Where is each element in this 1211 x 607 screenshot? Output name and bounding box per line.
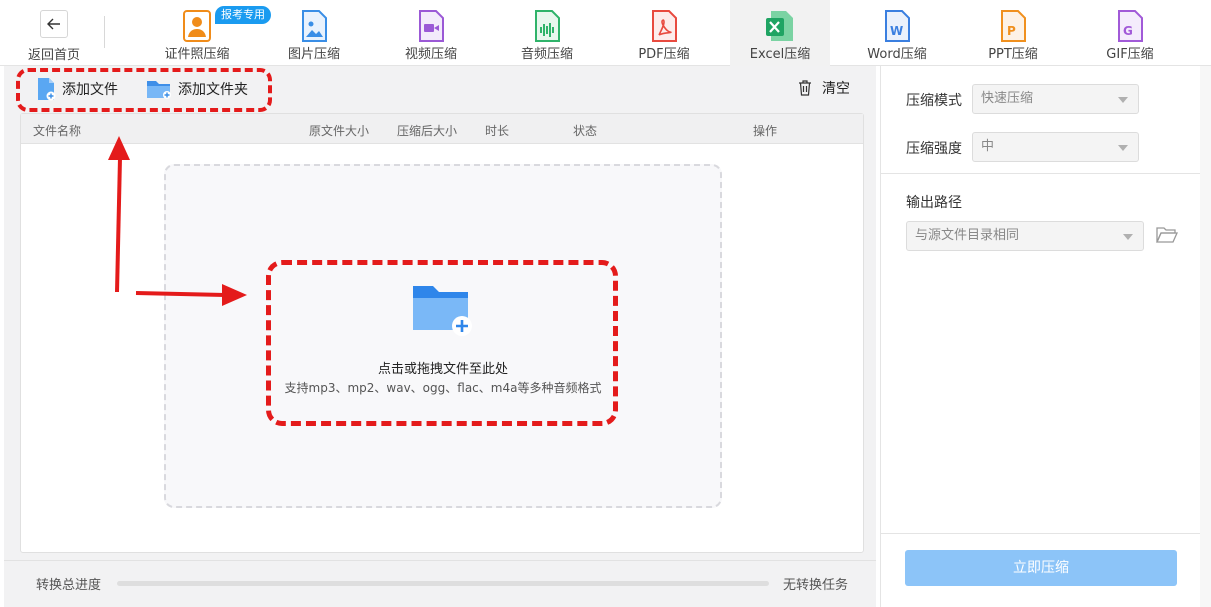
window-edge (1200, 66, 1211, 607)
tool-pdf[interactable]: PDF压缩 (614, 0, 714, 66)
excel-icon (766, 11, 793, 41)
column-header-duration: 时长 (485, 124, 510, 138)
audio-icon (535, 10, 560, 42)
column-header-status: 状态 (573, 124, 598, 138)
toolbar-divider (104, 16, 105, 48)
ppt-icon: P (1001, 10, 1026, 42)
strength-label: 压缩强度 (906, 141, 962, 157)
progress-bar-row: 转换总进度 无转换任务 (4, 560, 876, 607)
progress-label: 转换总进度 (36, 578, 102, 593)
output-path-value: 与源文件目录相同 (915, 228, 1020, 243)
folder-add-icon (413, 286, 472, 336)
column-header-compressed-size: 压缩后大小 (397, 124, 458, 138)
mode-select-value: 快速压缩 (981, 91, 1034, 106)
progress-status: 无转换任务 (782, 578, 848, 593)
tool-audio[interactable]: 音频压缩 (497, 0, 597, 66)
tool-label: Word压缩 (867, 47, 927, 62)
image-icon (302, 10, 327, 42)
trash-icon (799, 80, 811, 96)
top-toolbar: 返回首页 证件照压缩 报考专用 图片压缩 视频压缩 音频压缩 PDF压缩 Exc… (0, 0, 1211, 66)
tool-gif[interactable]: G GIF压缩 (1080, 0, 1180, 66)
tool-label: GIF压缩 (1106, 47, 1154, 62)
clear-button[interactable]: 清空 (798, 78, 850, 98)
gif-icon: G (1118, 10, 1143, 42)
chevron-down-icon (1118, 145, 1128, 151)
exam-badge: 报考专用 (215, 6, 271, 24)
output-path-select[interactable]: 与源文件目录相同 (906, 221, 1144, 251)
highlight-callout-actions (16, 68, 272, 112)
strength-select[interactable]: 中 (972, 132, 1139, 162)
tool-label: 图片压缩 (287, 47, 340, 62)
svg-text:G: G (1123, 24, 1133, 38)
column-header-original-size: 原文件大小 (309, 124, 370, 138)
dropzone-title: 点击或拖拽文件至此处 (377, 362, 508, 377)
back-home-button[interactable]: 返回首页 (22, 8, 86, 64)
tool-label: PPT压缩 (988, 47, 1038, 62)
svg-text:W: W (890, 24, 903, 38)
column-header-filename: 文件名称 (33, 124, 82, 138)
video-icon (419, 10, 444, 42)
table-header: 文件名称 原文件大小 压缩后大小 时长 状态 操作 (21, 114, 863, 144)
strength-select-value: 中 (981, 139, 995, 154)
drop-zone[interactable]: 点击或拖拽文件至此处 支持mp3、mp2、wav、ogg、flac、m4a等多种… (164, 164, 722, 508)
tool-label: Excel压缩 (749, 47, 811, 62)
file-panel: 添加文件 添加文件夹 清空 文件名称 原文件大小 压缩后大小 时长 状态 操作 … (4, 66, 876, 607)
folder-open-icon[interactable] (1156, 226, 1178, 244)
svg-text:P: P (1007, 24, 1016, 38)
tool-ppt[interactable]: P PPT压缩 (963, 0, 1063, 66)
settings-bottom-divider (881, 533, 1201, 534)
output-label: 输出路径 (906, 195, 962, 211)
word-icon: W (885, 10, 910, 42)
back-home-label: 返回首页 (27, 48, 80, 63)
mode-label: 压缩模式 (906, 93, 962, 109)
progress-track (117, 581, 769, 586)
tool-label: 证件照压缩 (164, 47, 230, 62)
tool-label: 视频压缩 (404, 47, 457, 62)
tool-excel[interactable]: Excel压缩 (730, 0, 830, 66)
compress-now-button[interactable]: 立即压缩 (905, 550, 1177, 586)
pdf-icon (652, 10, 677, 42)
dropzone-subtitle: 支持mp3、mp2、wav、ogg、flac、m4a等多种音频格式 (284, 381, 602, 395)
settings-divider (881, 173, 1201, 174)
id-photo-icon (183, 10, 211, 42)
tool-label: 音频压缩 (520, 47, 573, 62)
tool-image[interactable]: 图片压缩 (264, 0, 364, 66)
tool-word[interactable]: W Word压缩 (847, 0, 947, 66)
clear-label: 清空 (822, 81, 850, 97)
chevron-down-icon (1118, 97, 1128, 103)
tool-label: PDF压缩 (638, 47, 690, 62)
tool-video[interactable]: 视频压缩 (381, 0, 481, 66)
back-arrow-icon (40, 10, 68, 38)
chevron-down-icon (1123, 234, 1133, 240)
settings-panel: 压缩模式 快速压缩 压缩强度 中 输出路径 与源文件目录相同 立即压缩 (880, 66, 1201, 607)
mode-select[interactable]: 快速压缩 (972, 84, 1139, 114)
file-actions-bar: 添加文件 添加文件夹 清空 (4, 66, 876, 112)
column-header-actions: 操作 (753, 124, 778, 138)
file-table: 文件名称 原文件大小 压缩后大小 时长 状态 操作 点击或拖拽文件至此处 支持m… (20, 113, 864, 553)
